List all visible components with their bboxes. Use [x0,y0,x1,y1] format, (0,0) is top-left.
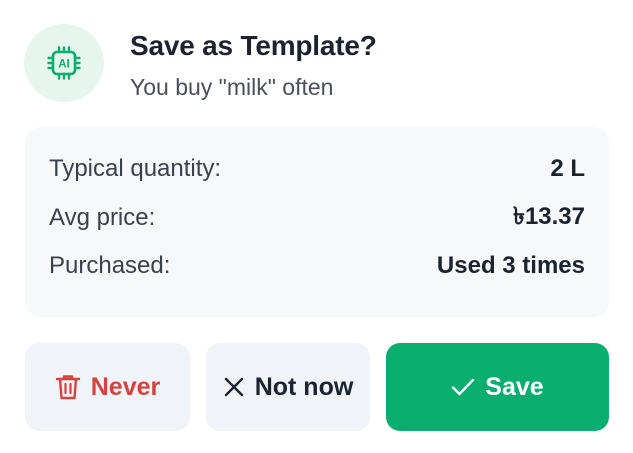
save-button[interactable]: Save [386,343,609,431]
ai-chip-icon: AI [47,46,81,80]
header-text: Save as Template? You buy "milk" often [130,24,377,102]
never-label: Never [90,372,161,401]
stat-value: 2 L [550,155,585,182]
never-button[interactable]: Never [25,343,190,431]
dialog-title: Save as Template? [130,30,377,61]
ai-chip-label: AI [58,59,70,71]
dialog-subtitle: You buy "milk" often [130,74,334,100]
check-icon [451,377,475,397]
stat-label: Typical quantity: [49,155,222,182]
not-now-button[interactable]: Not now [206,343,370,431]
action-buttons: Never Not now Save [25,343,609,431]
stats-panel: Typical quantity: 2 L Avg price: ৳13.37 … [25,127,609,317]
close-icon [223,376,245,398]
stat-value: Used 3 times [436,252,585,279]
trash-icon [55,373,81,401]
stat-label: Purchased: [49,252,171,279]
stat-label: Avg price: [49,204,156,231]
stat-row-quantity: Typical quantity: 2 L [49,152,585,186]
stat-value: ৳13.37 [512,203,585,230]
dialog-header: AI Save as Template? You buy "milk" ofte… [24,24,609,104]
save-label: Save [485,372,544,401]
not-now-label: Not now [254,372,354,401]
save-template-dialog: AI Save as Template? You buy "milk" ofte… [0,0,633,453]
stat-row-avg-price: Avg price: ৳13.37 [49,201,585,235]
stat-row-purchased: Purchased: Used 3 times [49,249,585,283]
ai-badge: AI [24,24,104,102]
